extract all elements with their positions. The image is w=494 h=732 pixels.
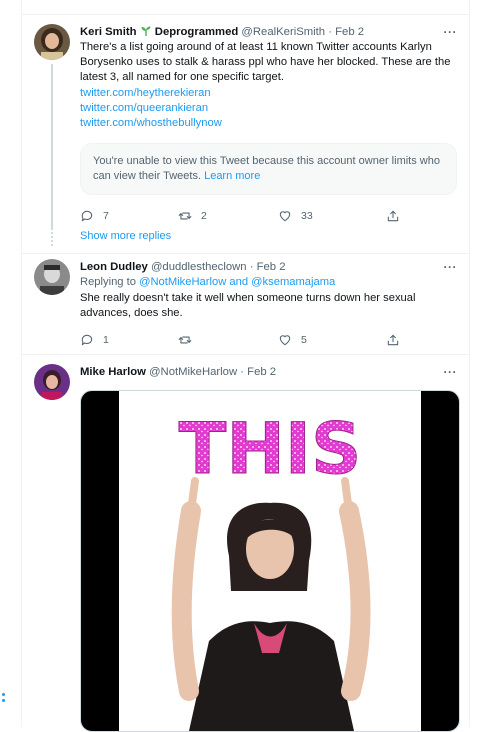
tweet-actions: 1 5 <box>80 333 410 351</box>
more-options-icon[interactable]: ··· <box>444 365 458 379</box>
side-indicator-dot <box>2 693 5 696</box>
more-options-icon[interactable]: ··· <box>444 25 458 39</box>
like-button[interactable]: 33 <box>278 209 313 223</box>
author-handle[interactable]: @RealKeriSmith <box>241 26 325 38</box>
tweet-date[interactable]: · Feb 2 <box>240 366 276 378</box>
replying-prefix: Replying to <box>80 276 136 288</box>
author-name[interactable]: Leon Dudley <box>80 261 148 273</box>
tweet-date[interactable]: · Feb 2 <box>250 261 286 273</box>
author-handle[interactable]: @duddlestheclown <box>151 261 247 273</box>
learn-more-link[interactable]: Learn more <box>204 170 260 182</box>
retweet-button[interactable] <box>178 333 192 347</box>
side-indicator-dot <box>2 699 5 702</box>
avatar[interactable] <box>34 24 70 60</box>
replying-to-line: Replying to @NotMikeHarlow and @ksemamaj… <box>80 275 457 290</box>
show-more-replies-link[interactable]: Show more replies <box>80 230 171 242</box>
tweet-mike-harlow[interactable]: Mike Harlow @NotMikeHarlow · Feb 2 ··· T… <box>22 355 469 732</box>
author-handle[interactable]: @NotMikeHarlow <box>149 366 237 378</box>
gif-image: THIS <box>171 408 371 731</box>
author-badge: Deprogrammed <box>154 26 239 38</box>
reply-icon <box>81 210 93 222</box>
avatar[interactable] <box>34 364 70 400</box>
tweet-link[interactable]: twitter.com/queerankieran <box>80 101 457 116</box>
retweet-icon <box>178 212 192 220</box>
thread-dots <box>51 228 53 248</box>
reply-count: 7 <box>103 210 109 222</box>
avatar[interactable] <box>34 259 70 295</box>
tweet-date[interactable]: · Feb 2 <box>328 26 364 38</box>
tweet-link[interactable]: twitter.com/heytherekieran <box>80 86 457 101</box>
quoted-tweet-unavailable: You're unable to view this Tweet because… <box>80 143 457 195</box>
more-options-icon[interactable]: ··· <box>444 260 458 274</box>
like-count: 33 <box>301 210 313 222</box>
gif-caption: THIS <box>179 408 362 490</box>
retweet-icon <box>178 336 192 344</box>
reply-button[interactable]: 1 <box>80 333 109 347</box>
gif-media[interactable]: THIS <box>80 390 460 732</box>
tweet-keri-smith[interactable]: Keri Smith Deprogrammed @RealKeriSmith ·… <box>22 15 469 245</box>
share-button[interactable] <box>386 209 400 223</box>
tweet-link[interactable]: twitter.com/whosthebullynow <box>80 116 457 131</box>
share-icon <box>387 334 399 346</box>
replying-to-mentions[interactable]: @NotMikeHarlow and @ksemamajama <box>139 276 335 288</box>
tweet-actions: 7 2 33 <box>80 209 410 227</box>
share-button[interactable] <box>386 333 400 347</box>
heart-icon <box>279 211 291 222</box>
timeline: Keri Smith Deprogrammed @RealKeriSmith ·… <box>21 0 470 732</box>
reply-button[interactable]: 7 <box>80 209 109 223</box>
reply-count: 1 <box>103 334 109 346</box>
tweet-text: She really doesn't take it well when som… <box>80 292 416 319</box>
gif-frame: THIS <box>119 391 421 731</box>
reply-icon <box>81 334 93 346</box>
sprout-icon <box>140 25 152 41</box>
like-button[interactable]: 5 <box>278 333 307 347</box>
tweet-text: There's a list going around of at least … <box>80 41 451 83</box>
retweet-count: 2 <box>201 210 207 222</box>
retweet-button[interactable]: 2 <box>178 209 207 223</box>
notice-text: You're unable to view this Tweet because… <box>93 155 440 182</box>
thread-line <box>51 64 53 228</box>
share-icon <box>387 210 399 222</box>
like-count: 5 <box>301 334 307 346</box>
author-name[interactable]: Mike Harlow <box>80 366 146 378</box>
tweet-leon-dudley[interactable]: Leon Dudley @duddlestheclown · Feb 2 ···… <box>22 254 469 352</box>
heart-icon <box>279 335 291 346</box>
author-name[interactable]: Keri Smith <box>80 26 137 38</box>
